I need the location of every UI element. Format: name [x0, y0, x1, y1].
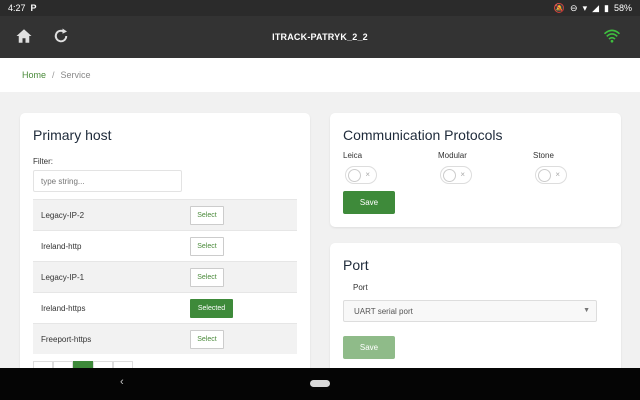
select-button[interactable]: Select [190, 236, 224, 256]
host-name: Ireland-https [41, 303, 86, 313]
breadcrumb-separator: / [52, 70, 55, 80]
toggle-leica[interactable]: × [345, 166, 377, 184]
home-pill[interactable] [310, 380, 330, 387]
mute-icon: 🔕 [553, 2, 566, 13]
table-row: Legacy-IP-1 Select [33, 261, 297, 292]
host-table: Legacy-IP-2 Select Ireland-http Select L… [33, 199, 297, 354]
port-select[interactable]: UART serial port ▼ [343, 300, 597, 322]
table-row: Legacy-IP-2 Select [33, 199, 297, 230]
status-time: 4:27 [8, 3, 26, 13]
filter-label: Filter: [33, 157, 53, 166]
port-save-button[interactable]: Save [343, 336, 395, 359]
device-title: ITRACK-PATRYK_2_2 [272, 32, 368, 42]
port-title: Port [343, 257, 369, 273]
protocols-save-button[interactable]: Save [343, 191, 395, 214]
toggle-modular[interactable]: × [440, 166, 472, 184]
chevron-down-icon: ▼ [583, 307, 590, 314]
select-button[interactable]: Select [190, 267, 224, 287]
protocol-label-leica: Leica [343, 151, 363, 160]
port-field-label: Port [353, 283, 368, 292]
selected-button[interactable]: Selected [190, 298, 233, 318]
wifi-icon [603, 29, 621, 43]
battery-level: 58% [613, 3, 632, 13]
breadcrumb-current: Service [60, 70, 91, 80]
select-button[interactable]: Select [190, 329, 224, 349]
app-notification-icon: P [30, 3, 37, 13]
primary-host-title: Primary host [33, 127, 112, 143]
table-row: Ireland-http Select [33, 230, 297, 261]
protocol-label-modular: Modular [438, 151, 467, 160]
host-name: Legacy-IP-2 [41, 210, 85, 220]
port-select-value: UART serial port [354, 306, 413, 316]
breadcrumb: Home / Service [0, 58, 640, 92]
status-bar: 4:27 P 🔕 ⊖ ▾ ◢ ▮ 58% [0, 0, 640, 16]
close-icon: × [365, 170, 370, 179]
communication-protocols-card: Communication Protocols Leica × Modular … [330, 113, 621, 227]
primary-host-card: Primary host Filter: Legacy-IP-2 Select … [20, 113, 310, 373]
protocol-label-stone: Stone [533, 151, 554, 160]
toggle-knob [443, 169, 456, 182]
filter-input[interactable] [33, 170, 182, 192]
port-card: Port Port UART serial port ▼ Save [330, 243, 621, 373]
toggle-stone[interactable]: × [535, 166, 567, 184]
close-icon: × [555, 170, 560, 179]
toggle-knob [538, 169, 551, 182]
toggle-knob [348, 169, 361, 182]
table-row: Ireland-https Selected [33, 292, 297, 323]
wifi-status-icon: ▾ [582, 2, 588, 13]
system-nav-bar: ‹ [0, 368, 640, 400]
host-name: Legacy-IP-1 [41, 272, 85, 282]
close-icon: × [460, 170, 465, 179]
app-bar: ITRACK-PATRYK_2_2 [0, 16, 640, 58]
host-name: Freeport-https [41, 334, 92, 344]
host-name: Ireland-http [41, 241, 82, 251]
battery-icon: ▮ [604, 2, 609, 13]
back-icon[interactable]: ‹ [120, 376, 124, 388]
table-row: Freeport-https Select [33, 323, 297, 354]
dnd-icon: ⊖ [570, 2, 578, 13]
select-button[interactable]: Select [190, 205, 224, 225]
breadcrumb-home-link[interactable]: Home [22, 70, 46, 80]
protocols-title: Communication Protocols [343, 127, 503, 143]
signal-icon: ◢ [592, 2, 600, 13]
